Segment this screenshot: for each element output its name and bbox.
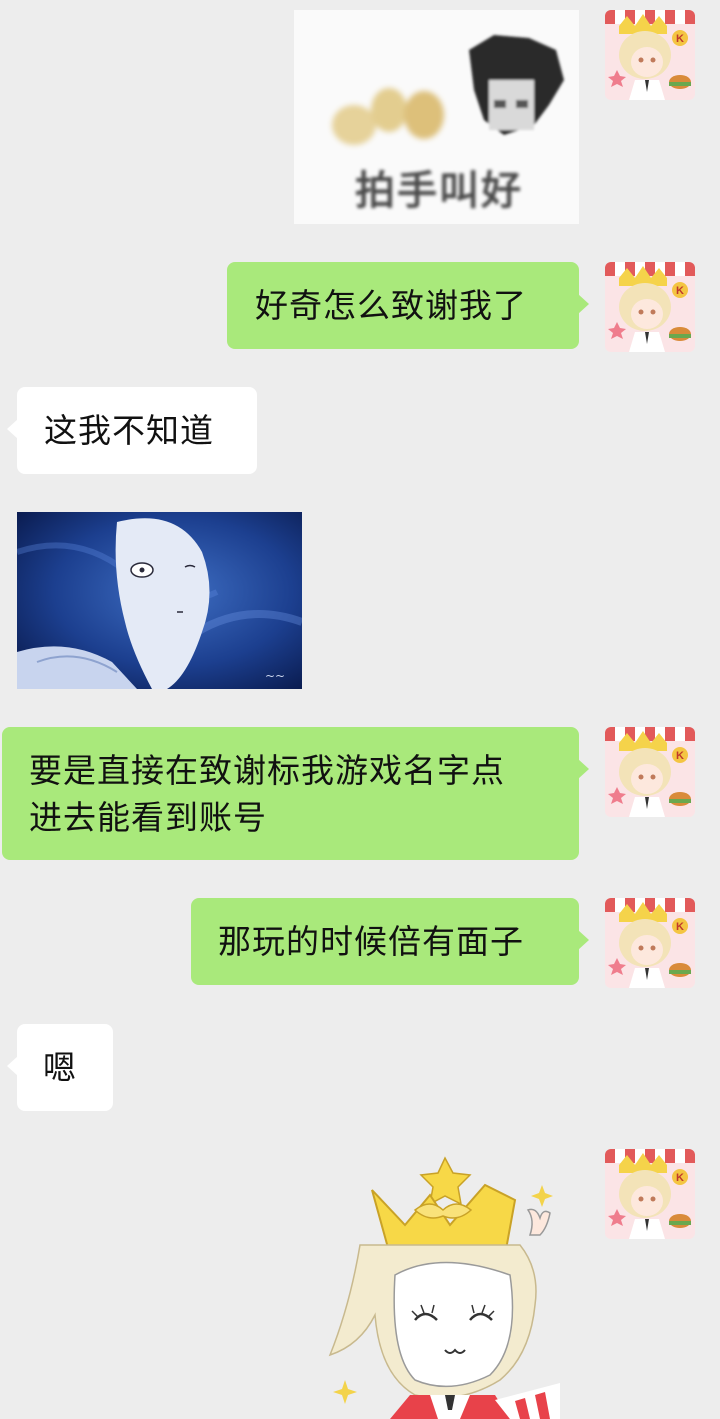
avatar-badge: K	[676, 921, 684, 933]
message-bubble-incoming[interactable]: 这我不知道	[7, 387, 257, 474]
message-text: 这我不知道	[44, 411, 214, 450]
message-text: 那玩的时候倍有面子	[218, 922, 524, 961]
message-text-line: 进去能看到账号	[29, 798, 267, 837]
avatar[interactable]: K	[605, 898, 695, 988]
avatar[interactable]: K	[605, 727, 695, 817]
image-message-clap[interactable]: 拍手叫好	[294, 10, 579, 224]
sticker-message[interactable]	[320, 1155, 560, 1419]
message-bubble-outgoing[interactable]: 那玩的时候倍有面子	[191, 898, 589, 985]
watermark: ~~	[265, 669, 285, 683]
avatar-badge: K	[676, 1172, 684, 1184]
image-caption: 拍手叫好	[355, 168, 523, 214]
avatar-badge: K	[676, 33, 684, 45]
avatar[interactable]: K	[605, 1149, 695, 1239]
avatar[interactable]: K	[605, 10, 695, 100]
message-text: 好奇怎么致谢我了	[255, 286, 527, 325]
avatar[interactable]: K	[605, 262, 695, 352]
image-message-meme[interactable]: ~~	[17, 512, 302, 689]
message-text: 嗯	[43, 1048, 77, 1087]
message-bubble-outgoing[interactable]: 要是直接在致谢标我游戏名字点 进去能看到账号	[2, 727, 589, 860]
message-bubble-incoming[interactable]: 嗯	[7, 1024, 113, 1111]
avatar-badge: K	[676, 750, 684, 762]
avatar-badge: K	[676, 285, 684, 297]
message-text-line: 要是直接在致谢标我游戏名字点	[29, 751, 505, 790]
message-bubble-outgoing[interactable]: 好奇怎么致谢我了	[227, 262, 589, 349]
